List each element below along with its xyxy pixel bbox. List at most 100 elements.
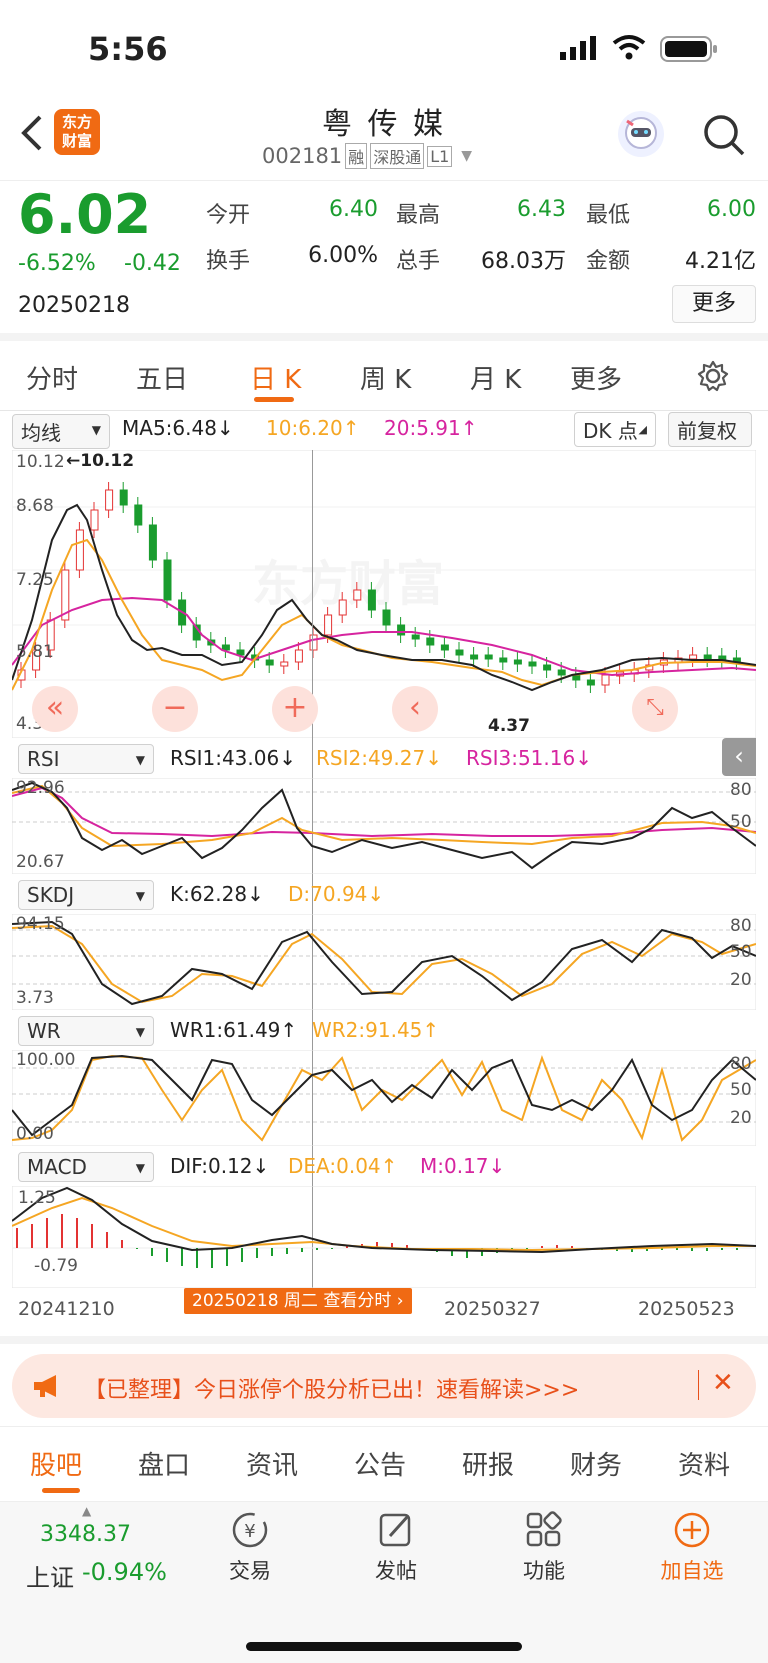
wifi-icon: [612, 34, 646, 64]
skdj-select[interactable]: SKDJ ▼: [18, 880, 154, 910]
gear-icon[interactable]: [696, 359, 730, 397]
close-icon[interactable]: ✕: [712, 1368, 734, 1398]
wr-axis-min: 0.00: [16, 1124, 54, 1144]
ma10-value: 10:6.20↑: [266, 416, 360, 440]
rsi-axis-min: 20.67: [16, 852, 65, 872]
tab-news[interactable]: 资讯: [246, 1445, 298, 1482]
tab-monthly-k[interactable]: 月 K: [470, 359, 521, 396]
macd-histogram-bar: [31, 1224, 33, 1248]
chevron-down-icon[interactable]: ▼: [461, 148, 472, 164]
search-icon[interactable]: [702, 113, 746, 161]
wr-chart: [12, 1050, 756, 1146]
tab-intraday[interactable]: 分时: [26, 359, 78, 396]
zoom-out-button[interactable]: −: [152, 686, 198, 732]
candle-body: [543, 664, 552, 671]
rsi-ref-50: 50: [730, 812, 752, 832]
macd-histogram-bar: [691, 1248, 693, 1251]
tab-research[interactable]: 研报: [462, 1445, 514, 1482]
dk-point-select[interactable]: DK 点 ◢: [574, 412, 656, 447]
low-label: 最低: [586, 203, 631, 228]
candle-body: [499, 657, 508, 663]
index-value[interactable]: 3348.37: [40, 1522, 131, 1547]
collapse-panel-button[interactable]: ‹: [722, 738, 756, 776]
tab-five-day[interactable]: 五日: [136, 359, 188, 396]
tab-profile[interactable]: 资料: [678, 1445, 730, 1482]
date-axis-start: 20241210: [18, 1298, 115, 1320]
scroll-left-button[interactable]: ‹: [392, 686, 438, 732]
adjust-button[interactable]: 前复权: [668, 412, 752, 447]
candle-body: [338, 599, 347, 616]
skdj-d-value: D:70.94↓: [288, 882, 385, 906]
trade-button[interactable]: ¥ 交易: [220, 1510, 280, 1585]
macd-select[interactable]: MACD ▼: [18, 1152, 154, 1182]
zoom-in-button[interactable]: +: [272, 686, 318, 732]
add-watchlist-button[interactable]: 加自选: [652, 1510, 732, 1585]
banner-divider: [698, 1370, 699, 1400]
banner-text[interactable]: 【已整理】今日涨停个股分析已出！速看解读>>>: [84, 1372, 579, 1404]
chevron-down-icon: ▼: [91, 423, 101, 437]
cursor-date-label: 20250218 周二 查看分时: [192, 1291, 392, 1311]
macd-select-label: MACD: [27, 1155, 87, 1179]
skdj-ref-50: 50: [730, 942, 752, 962]
tab-announcements[interactable]: 公告: [354, 1445, 406, 1482]
macd-axis-min: -0.79: [18, 1256, 94, 1276]
tab-more[interactable]: 更多: [570, 359, 622, 396]
candle-body: [557, 669, 566, 676]
post-button[interactable]: 发帖: [366, 1510, 426, 1585]
volume-value: 68.03万: [481, 249, 566, 274]
fullscreen-button[interactable]: ⤡: [632, 686, 678, 732]
candle-body: [455, 649, 464, 656]
skdj-axis-min: 3.73: [16, 988, 54, 1008]
macd-histogram-bar: [151, 1248, 153, 1256]
candle-body: [440, 644, 449, 651]
candle-body: [294, 649, 303, 663]
rsi-select[interactable]: RSI ▼: [18, 744, 154, 774]
high-label: 最高: [396, 203, 441, 228]
macd-histogram-bar: [91, 1224, 93, 1248]
wr-ref-20: 20: [730, 1108, 752, 1128]
cursor-date-tag[interactable]: 20250218 周二 查看分时 ›: [184, 1288, 412, 1314]
macd-histogram-bar: [571, 1246, 573, 1248]
ma5-value: MA5:6.48↓: [122, 416, 234, 440]
tab-daily-k[interactable]: 日 K: [250, 359, 301, 396]
robot-assistant-icon[interactable]: [618, 111, 664, 157]
ma20-value: 20:5.91↑: [384, 416, 478, 440]
index-label[interactable]: 上证: [26, 1558, 74, 1593]
divider: [0, 1336, 768, 1344]
tab-market-depth[interactable]: 盘口: [138, 1445, 190, 1482]
macd-histogram-bar: [316, 1248, 318, 1250]
macd-histogram-bar: [706, 1248, 708, 1251]
tab-financials[interactable]: 财务: [570, 1445, 622, 1482]
macd-histogram-bar: [136, 1248, 138, 1249]
more-button[interactable]: 更多: [672, 285, 756, 323]
news-banner[interactable]: 【已整理】今日涨停个股分析已出！速看解读>>> ✕: [12, 1354, 756, 1418]
grid-icon: [526, 1511, 562, 1547]
functions-button[interactable]: 功能: [514, 1510, 574, 1585]
tag-connect: 深股通: [370, 143, 425, 169]
ma-select[interactable]: 均线 ▼: [12, 414, 110, 449]
high-price-marker: ←10.12: [66, 451, 135, 471]
wr-select[interactable]: WR ▼: [18, 1016, 154, 1046]
candle-body: [265, 659, 274, 666]
candle-body: [105, 489, 114, 511]
candle-body: [513, 659, 522, 665]
scroll-left-fast-button[interactable]: «: [32, 686, 78, 732]
macd-histogram-bar: [211, 1248, 213, 1268]
stock-code-row: 002181 融 深股通 L1 ▼: [262, 143, 472, 169]
macd-histogram-bar: [166, 1248, 168, 1262]
tab-forum[interactable]: 股吧: [30, 1445, 82, 1482]
wr-ref-80: 80: [730, 1054, 752, 1074]
rsi-select-label: RSI: [27, 747, 60, 771]
wr-select-label: WR: [27, 1019, 61, 1043]
change-percent: -6.52%: [18, 251, 96, 276]
index-change[interactable]: -0.94%: [82, 1558, 167, 1586]
dk-point-label: DK 点: [583, 419, 638, 443]
change-amount: -0.42: [124, 251, 181, 276]
macd-histogram-bar: [46, 1218, 48, 1248]
rsi3-value: RSI3:51.16↓: [466, 746, 592, 770]
macd-histogram-bar: [271, 1248, 273, 1256]
ma-select-label: 均线: [21, 421, 61, 445]
tab-weekly-k[interactable]: 周 K: [360, 359, 411, 396]
volume-label: 总手: [396, 249, 441, 274]
wr-ref-50: 50: [730, 1080, 752, 1100]
